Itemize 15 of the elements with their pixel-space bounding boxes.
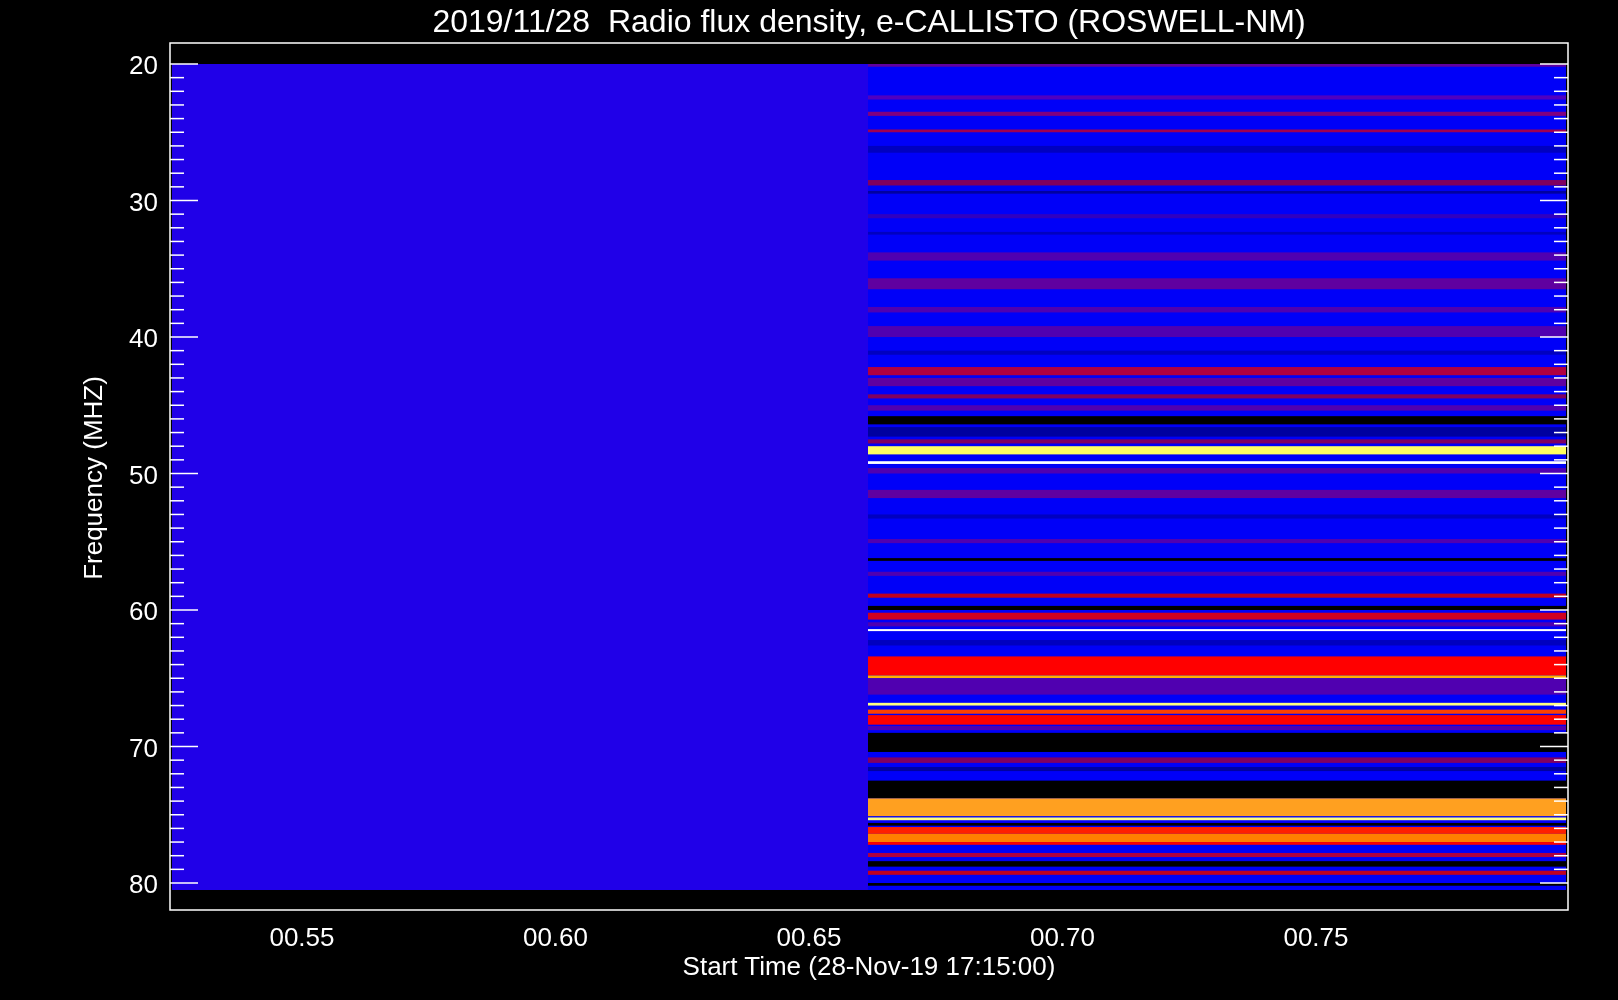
y-tick-label: 40 — [129, 323, 158, 353]
x-tick-label: 00.70 — [1029, 922, 1096, 952]
y-tick-label: 30 — [129, 186, 158, 217]
plot-title: 2019/11/28 Radio flux density, e-CALLISTO (ROSWELL-NM) — [432, 3, 1306, 39]
y-tick-label: 70 — [129, 732, 158, 763]
y-tick-label: 50 — [129, 459, 158, 490]
y-tick-label: 60 — [129, 596, 158, 626]
x-tick-label: 00.55 — [269, 922, 335, 952]
y-tick-label: 80 — [129, 869, 158, 899]
x-axis-label: Start Time (28-Nov-19 17:15:00) — [682, 951, 1056, 981]
y-axis-label: Frequency (MHZ) — [78, 376, 108, 580]
y-tick-label: 20 — [129, 50, 158, 80]
x-tick-label: 00.75 — [1283, 922, 1349, 952]
x-tick-label: 00.65 — [776, 922, 842, 952]
x-tick-label: 00.60 — [522, 922, 589, 952]
